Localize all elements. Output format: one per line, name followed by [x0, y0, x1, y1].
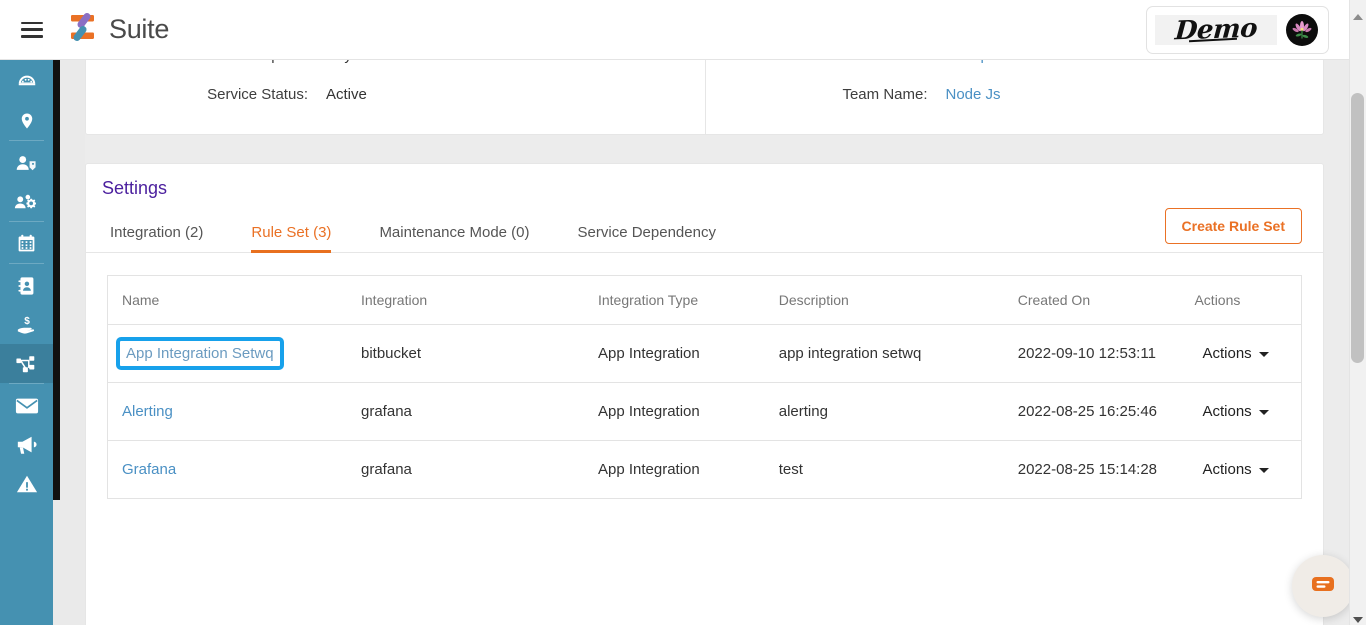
sidebar-rail: $: [0, 60, 53, 625]
service-graph-icon: [15, 353, 38, 375]
cell-created-on: 2022-08-25 16:25:46: [1003, 382, 1181, 442]
cell-actions: Actions: [1180, 382, 1301, 442]
chevron-down-icon: [1258, 351, 1269, 357]
settings-title: Settings: [102, 178, 168, 198]
team-settings-icon: [14, 191, 39, 213]
brand-name: Suite: [109, 14, 170, 44]
scroll-up-arrow-icon[interactable]: [1353, 14, 1363, 20]
detail-row-team-name: Team Name: Node Js: [706, 86, 1324, 103]
cell-integration-type: App Integration: [583, 382, 765, 442]
cell-created-on: 2022-08-25 15:14:28: [1003, 440, 1181, 500]
column-header-integration: Integration: [347, 276, 584, 325]
rule-set-name-link[interactable]: Grafana: [122, 461, 176, 478]
chevron-down-icon: [1258, 409, 1269, 415]
column-header-description: Description: [764, 276, 1004, 325]
cell-name: Alerting: [108, 382, 347, 442]
create-rule-set-button[interactable]: Create Rule Set: [1164, 208, 1302, 244]
detail-value: Active: [326, 86, 367, 103]
top-header-bar: Suite Demo: [0, 0, 1349, 60]
actions-dropdown-label: Actions: [1202, 345, 1252, 363]
table-row: App Integration Setwq bitbucket App Inte…: [108, 324, 1301, 384]
sidebar-item-announcements[interactable]: [0, 425, 53, 464]
calendar-icon: [16, 233, 37, 254]
cell-description: alerting: [764, 382, 1004, 442]
hamburger-icon[interactable]: [21, 21, 43, 38]
cell-actions: Actions: [1180, 324, 1301, 384]
sidebar-edge-shadow: [53, 60, 60, 500]
table-header-row: Name Integration Integration Type Descri…: [108, 276, 1301, 325]
column-header-integration-type: Integration Type: [583, 276, 765, 325]
scroll-down-arrow-icon[interactable]: [1353, 617, 1363, 623]
selected-cell-highlight: App Integration Setwq: [116, 337, 284, 371]
rule-set-name-link[interactable]: App Integration Setwq: [126, 345, 274, 362]
cell-description: test: [764, 440, 1004, 500]
cell-description: app integration setwq: [764, 324, 1004, 384]
sidebar-item-teams[interactable]: [0, 182, 53, 221]
table-row: Alerting grafana App Integration alertin…: [108, 382, 1301, 442]
scrollbar-thumb[interactable]: [1351, 93, 1364, 363]
rule-set-name-link[interactable]: Alerting: [122, 403, 173, 420]
cell-name: App Integration Setwq: [108, 324, 347, 384]
actions-dropdown[interactable]: Actions: [1194, 461, 1269, 479]
tab-integration[interactable]: Integration (2): [110, 224, 203, 252]
sidebar-item-billing[interactable]: $: [0, 305, 53, 344]
z-suite-logo-icon: [67, 10, 101, 49]
contact-book-icon: [17, 275, 36, 297]
cell-integration: grafana: [347, 440, 584, 500]
tab-service-dependency[interactable]: Service Dependency: [578, 224, 716, 252]
column-header-created-on: Created On: [1003, 276, 1181, 325]
svg-text:$: $: [24, 316, 30, 327]
sidebar-item-alerts[interactable]: [0, 464, 53, 503]
user-tag-icon: [15, 152, 39, 174]
team-name-link[interactable]: Node Js: [946, 86, 1001, 103]
rule-set-table-wrapper: Name Integration Integration Type Descri…: [107, 275, 1302, 500]
dashboard-gauge-icon: [16, 71, 38, 93]
billing-hand-icon: $: [15, 314, 39, 336]
cell-integration-type: App Integration: [583, 440, 765, 500]
mail-icon: [15, 396, 39, 416]
user-org-menu[interactable]: Demo: [1146, 6, 1329, 54]
detail-label: Service Status:: [207, 86, 308, 103]
brand-logo[interactable]: Suite: [67, 10, 169, 49]
org-logo: Demo: [1155, 15, 1277, 45]
sidebar-item-users[interactable]: [0, 143, 53, 182]
sidebar-item-calendar[interactable]: [0, 224, 53, 263]
sidebar-item-services[interactable]: [0, 344, 53, 383]
actions-dropdown-label: Actions: [1202, 403, 1252, 421]
rule-set-table: Name Integration Integration Type Descri…: [108, 276, 1301, 500]
chevron-down-icon: [1258, 467, 1269, 473]
sidebar-item-contacts[interactable]: [0, 266, 53, 305]
sidebar-item-mail[interactable]: [0, 386, 53, 425]
megaphone-icon: [15, 434, 39, 456]
settings-card: Settings Integration (2) Rule Set (3) Ma…: [85, 163, 1324, 625]
detail-row-service-status: Service Status: Active: [86, 86, 705, 103]
actions-dropdown[interactable]: Actions: [1194, 403, 1269, 421]
column-header-actions: Actions: [1180, 276, 1301, 325]
page-scrollbar[interactable]: [1349, 0, 1366, 625]
cell-integration: bitbucket: [347, 324, 584, 384]
sidebar-item-locations[interactable]: [0, 101, 53, 140]
cell-actions: Actions: [1180, 440, 1301, 500]
alert-triangle-icon: [15, 473, 39, 495]
actions-dropdown-label: Actions: [1202, 461, 1252, 479]
avatar[interactable]: [1286, 14, 1318, 46]
cell-name: Grafana: [108, 440, 347, 500]
actions-dropdown[interactable]: Actions: [1194, 345, 1269, 363]
chat-widget-button[interactable]: [1292, 555, 1354, 617]
settings-tabs: Integration (2) Rule Set (3) Maintenance…: [86, 208, 1323, 253]
tab-rule-set[interactable]: Rule Set (3): [251, 224, 332, 253]
column-header-name: Name: [108, 276, 347, 325]
sidebar-item-dashboard[interactable]: [0, 62, 53, 101]
detail-label: Team Name:: [842, 86, 928, 103]
cell-integration-type: App Integration: [583, 324, 765, 384]
chat-bubble-icon: [1309, 570, 1337, 603]
cell-created-on: 2022-09-10 12:53:11: [1003, 324, 1181, 384]
table-row: Grafana grafana App Integration test 202…: [108, 440, 1301, 500]
cell-integration: grafana: [347, 382, 584, 442]
tab-maintenance-mode[interactable]: Maintenance Mode (0): [379, 224, 529, 252]
location-pin-icon: [18, 110, 36, 132]
